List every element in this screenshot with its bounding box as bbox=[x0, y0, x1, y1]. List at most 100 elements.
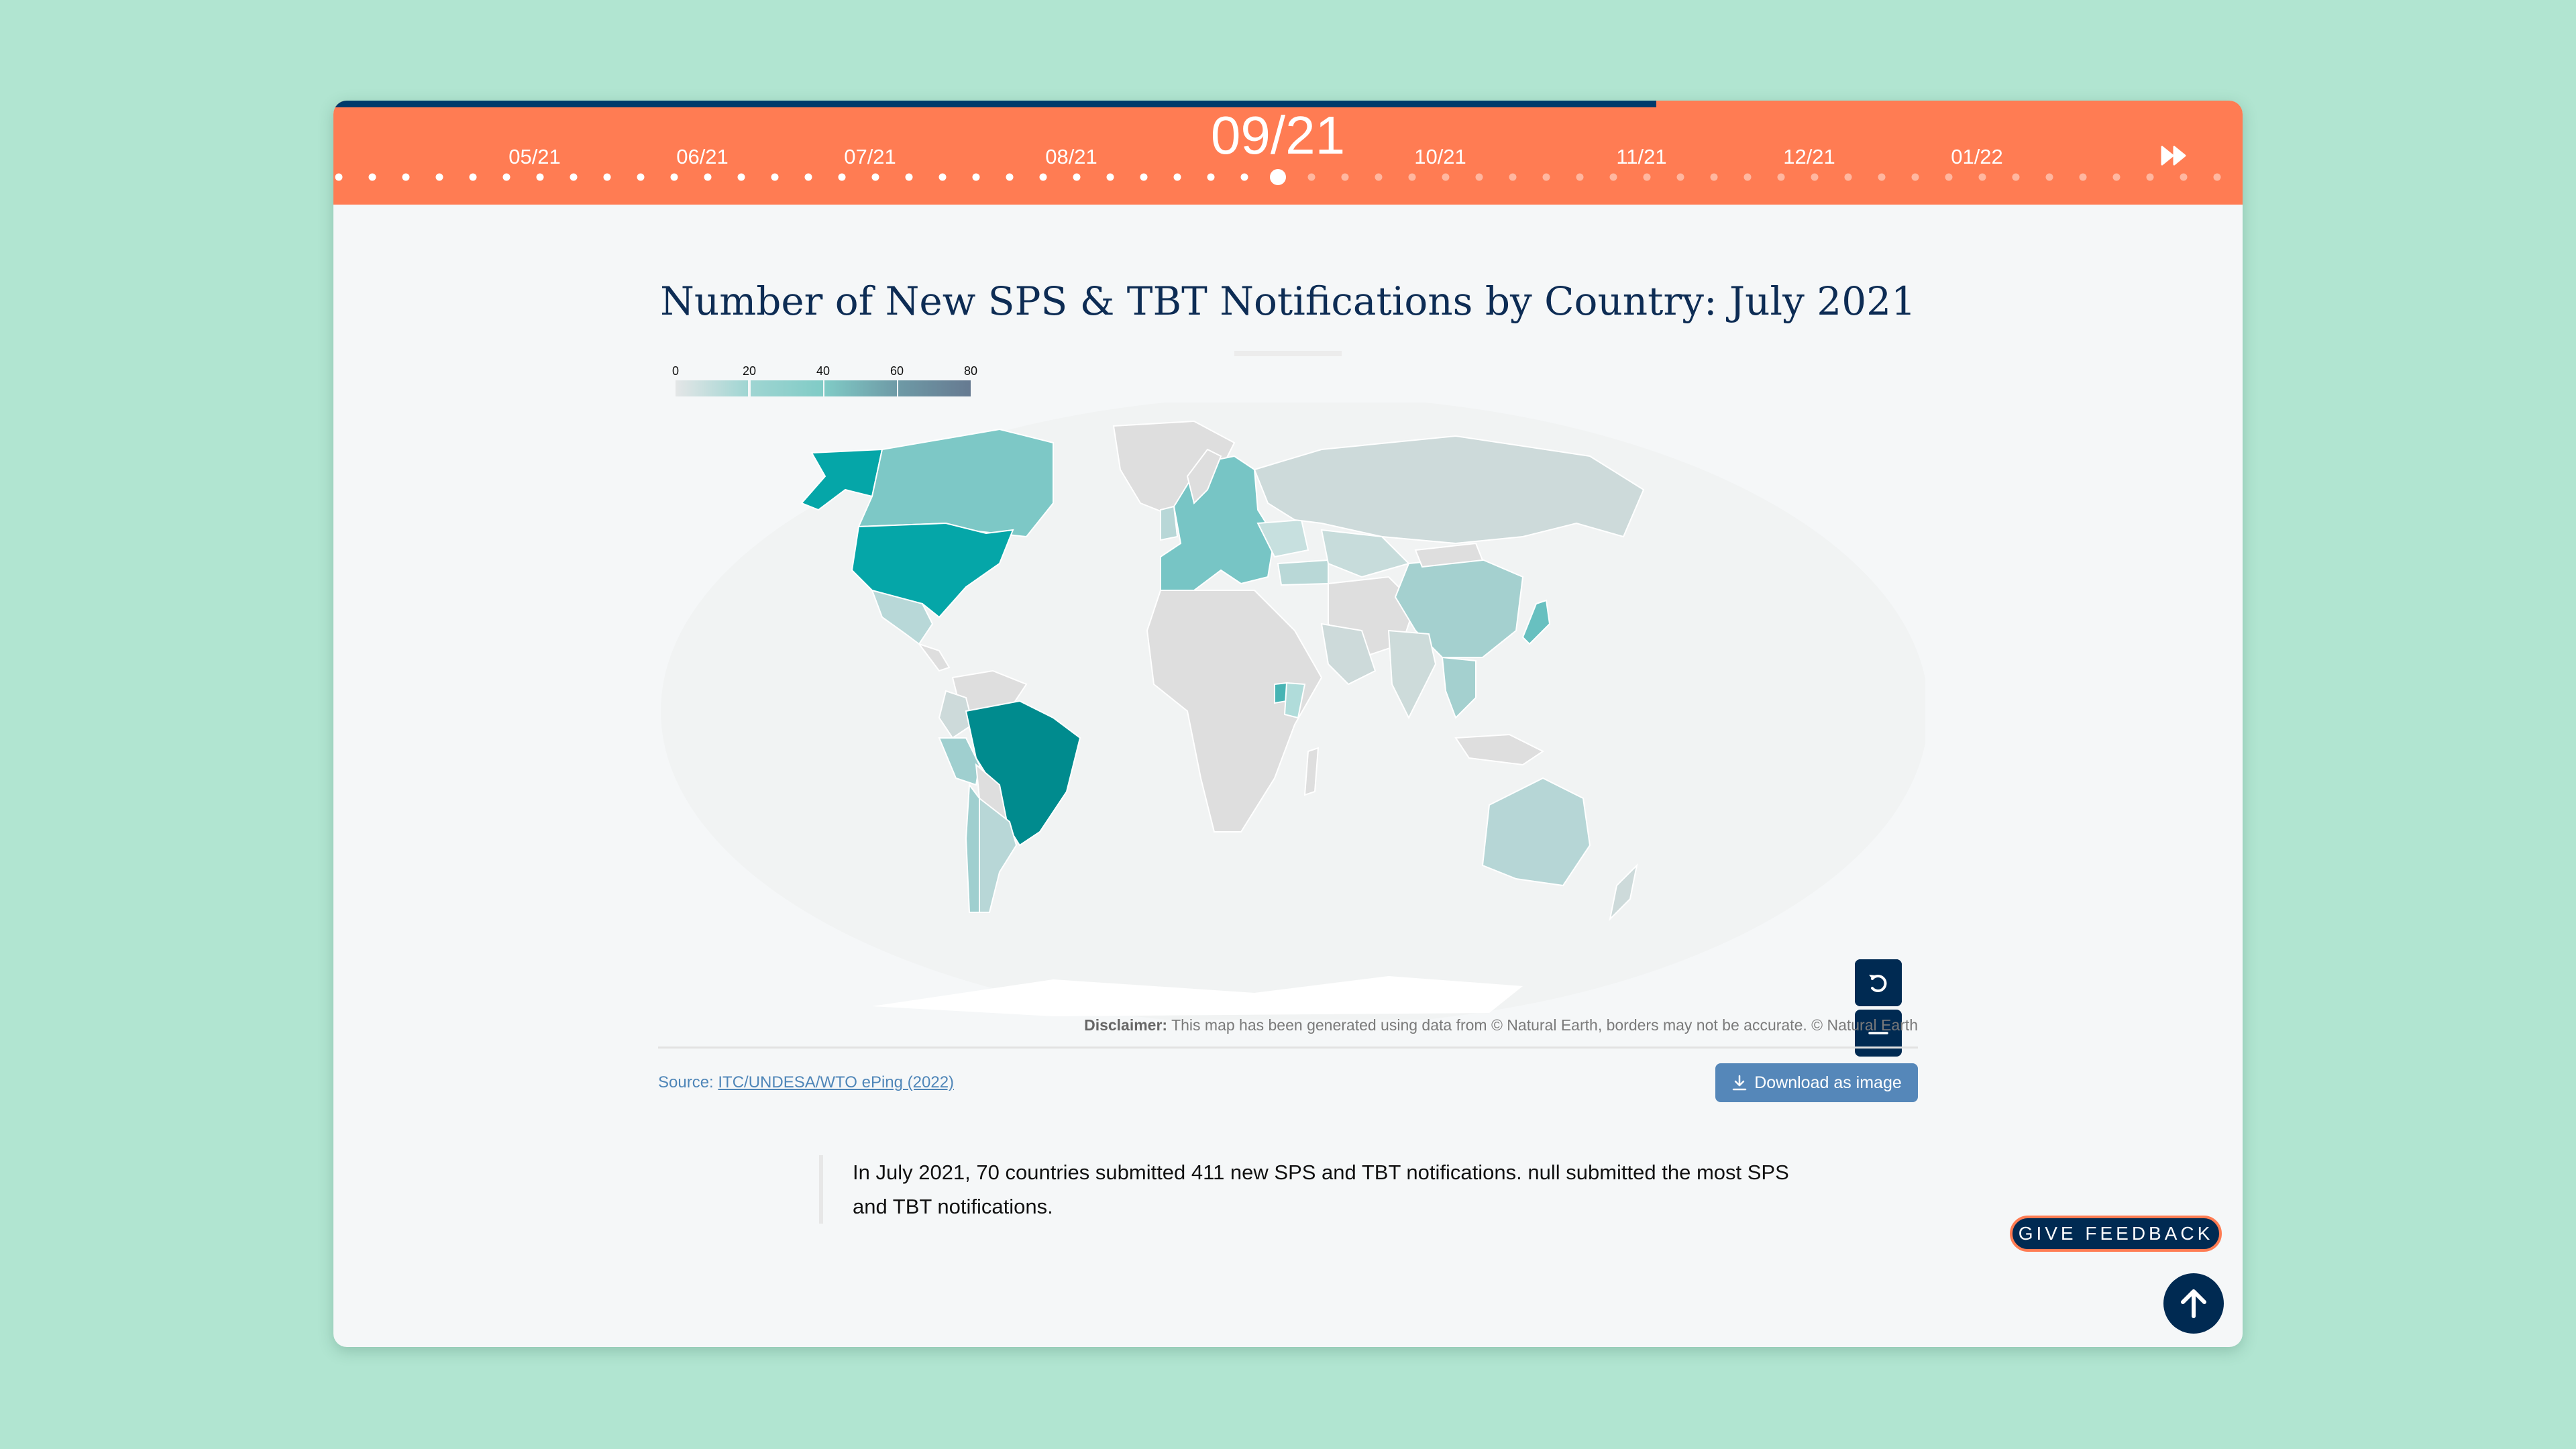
timeline-dot[interactable] bbox=[1609, 173, 1617, 181]
download-icon bbox=[1732, 1075, 1747, 1091]
timeline-dot[interactable] bbox=[469, 173, 477, 181]
timeline-month-label[interactable]: 10/21 bbox=[1414, 145, 1466, 169]
timeline-dot[interactable] bbox=[938, 173, 947, 181]
timeline-dot[interactable] bbox=[1207, 173, 1215, 181]
source-link[interactable]: ITC/UNDESA/WTO ePing (2022) bbox=[718, 1073, 954, 1091]
legend-color-segment bbox=[824, 380, 897, 396]
timeline-dot[interactable] bbox=[972, 173, 980, 181]
timeline-dot[interactable] bbox=[1811, 173, 1819, 181]
give-feedback-button[interactable]: GIVE FEEDBACK bbox=[2010, 1216, 2222, 1252]
legend-color-segment bbox=[898, 380, 971, 396]
timeline-dot[interactable] bbox=[502, 173, 511, 181]
timeline-progress-fill bbox=[333, 101, 1657, 107]
fast-forward-button[interactable] bbox=[2161, 145, 2188, 166]
timeline-dot[interactable] bbox=[1173, 173, 1181, 181]
timeline-dot[interactable] bbox=[2079, 173, 2087, 181]
timeline-bar: 05/21 06/21 07/21 08/21 10/21 11/21 12/21 01/22… bbox=[333, 101, 2243, 205]
timeline-dot[interactable] bbox=[2146, 173, 2154, 181]
current-month-label: 09/21 bbox=[1210, 105, 1346, 165]
reset-zoom-button[interactable] bbox=[1855, 959, 1902, 1006]
timeline-dot[interactable] bbox=[1408, 173, 1416, 181]
timeline-dot[interactable] bbox=[2180, 173, 2188, 181]
timeline-dot[interactable] bbox=[1039, 173, 1047, 181]
timeline-month-label[interactable]: 07/21 bbox=[844, 145, 896, 169]
disclaimer-text: This map has been generated using data f… bbox=[1167, 1016, 1918, 1034]
country-uk[interactable] bbox=[1160, 505, 1179, 541]
timeline-dot[interactable] bbox=[1240, 173, 1248, 181]
timeline-dot[interactable] bbox=[1341, 173, 1349, 181]
timeline-dot[interactable] bbox=[670, 173, 678, 181]
timeline-dot[interactable] bbox=[1945, 173, 1953, 181]
legend-tick-label: 40 bbox=[816, 364, 830, 378]
timeline-dot[interactable] bbox=[1710, 173, 1718, 181]
timeline-dot[interactable] bbox=[603, 173, 611, 181]
timeline-dot[interactable] bbox=[737, 173, 745, 181]
timeline-dot[interactable] bbox=[1475, 173, 1483, 181]
timeline-dot[interactable] bbox=[1878, 173, 1886, 181]
world-map[interactable] bbox=[651, 396, 1929, 1057]
timeline-month-label[interactable]: 05/21 bbox=[508, 145, 561, 169]
country-turkey[interactable] bbox=[1277, 559, 1329, 586]
timeline-dot[interactable] bbox=[536, 173, 544, 181]
source-label: Source: bbox=[658, 1073, 718, 1091]
timeline-dot[interactable] bbox=[1576, 173, 1584, 181]
timeline-month-label[interactable]: 12/21 bbox=[1783, 145, 1835, 169]
timeline-dot[interactable] bbox=[1676, 173, 1684, 181]
main-card: 05/21 06/21 07/21 08/21 10/21 11/21 12/21 01/22… bbox=[333, 101, 2243, 1347]
timeline-dot[interactable] bbox=[1140, 173, 1148, 181]
timeline-dot[interactable] bbox=[368, 173, 376, 181]
timeline-dot[interactable] bbox=[838, 173, 846, 181]
timeline-month-label[interactable]: 01/22 bbox=[1951, 145, 2003, 169]
timeline-dot[interactable] bbox=[1844, 173, 1852, 181]
fast-forward-icon bbox=[2161, 146, 2186, 166]
timeline-dot[interactable] bbox=[2112, 173, 2121, 181]
chart-divider bbox=[658, 1046, 1918, 1049]
source-line: Source: ITC/UNDESA/WTO ePing (2022) bbox=[658, 1073, 954, 1092]
timeline-month-label[interactable]: 11/21 bbox=[1616, 145, 1666, 169]
legend-tick-label: 60 bbox=[890, 364, 904, 378]
timeline-dot[interactable] bbox=[2213, 173, 2221, 181]
timeline-dot[interactable] bbox=[1006, 173, 1014, 181]
timeline-dot[interactable] bbox=[2012, 173, 2020, 181]
disclaimer-label: Disclaimer: bbox=[1084, 1016, 1168, 1034]
timeline-dot[interactable] bbox=[1777, 173, 1785, 181]
summary-text: In July 2021, 70 countries submitted 411… bbox=[819, 1155, 1792, 1224]
timeline-dot[interactable] bbox=[1073, 173, 1081, 181]
legend-tick-label: 80 bbox=[963, 364, 978, 378]
timeline-dot-current[interactable] bbox=[1270, 169, 1286, 185]
timeline-dot[interactable] bbox=[2045, 173, 2053, 181]
timeline-dot[interactable] bbox=[402, 173, 410, 181]
timeline-dot[interactable] bbox=[1978, 173, 1986, 181]
map-disclaimer: Disclaimer: This map has been generated … bbox=[1084, 1016, 1918, 1034]
timeline-dot[interactable] bbox=[804, 173, 812, 181]
color-legend: 0 20 40 60 80 bbox=[672, 364, 977, 398]
timeline-dot[interactable] bbox=[335, 173, 343, 181]
timeline-dot[interactable] bbox=[1509, 173, 1517, 181]
back-to-top-button[interactable] bbox=[2163, 1273, 2224, 1334]
timeline-dot[interactable] bbox=[771, 173, 779, 181]
timeline-dot[interactable] bbox=[1911, 173, 1919, 181]
legend-tick-label: 0 bbox=[672, 364, 680, 378]
timeline-dot[interactable] bbox=[435, 173, 443, 181]
timeline-dot[interactable] bbox=[637, 173, 645, 181]
timeline-dot[interactable] bbox=[871, 173, 879, 181]
country-canada[interactable] bbox=[857, 428, 1054, 538]
timeline-dot[interactable] bbox=[1542, 173, 1550, 181]
timeline-dot[interactable] bbox=[1375, 173, 1383, 181]
download-image-button[interactable]: Download as image bbox=[1715, 1063, 1918, 1102]
timeline-dot[interactable] bbox=[570, 173, 578, 181]
timeline-month-label[interactable]: 06/21 bbox=[676, 145, 729, 169]
map-svg[interactable] bbox=[651, 396, 1929, 1026]
timeline-dot[interactable] bbox=[1643, 173, 1651, 181]
timeline-month-label[interactable]: 08/21 bbox=[1045, 145, 1097, 169]
legend-tick-label: 20 bbox=[742, 364, 757, 378]
timeline-dot[interactable] bbox=[905, 173, 913, 181]
timeline-dot[interactable] bbox=[704, 173, 712, 181]
timeline-dot[interactable] bbox=[1106, 173, 1114, 181]
download-label: Download as image bbox=[1754, 1073, 1902, 1092]
title-divider bbox=[1234, 351, 1342, 356]
timeline-dot[interactable] bbox=[1307, 173, 1316, 181]
timeline-dot[interactable] bbox=[1743, 173, 1752, 181]
country-uganda[interactable] bbox=[1274, 682, 1287, 704]
timeline-dot[interactable] bbox=[1442, 173, 1450, 181]
